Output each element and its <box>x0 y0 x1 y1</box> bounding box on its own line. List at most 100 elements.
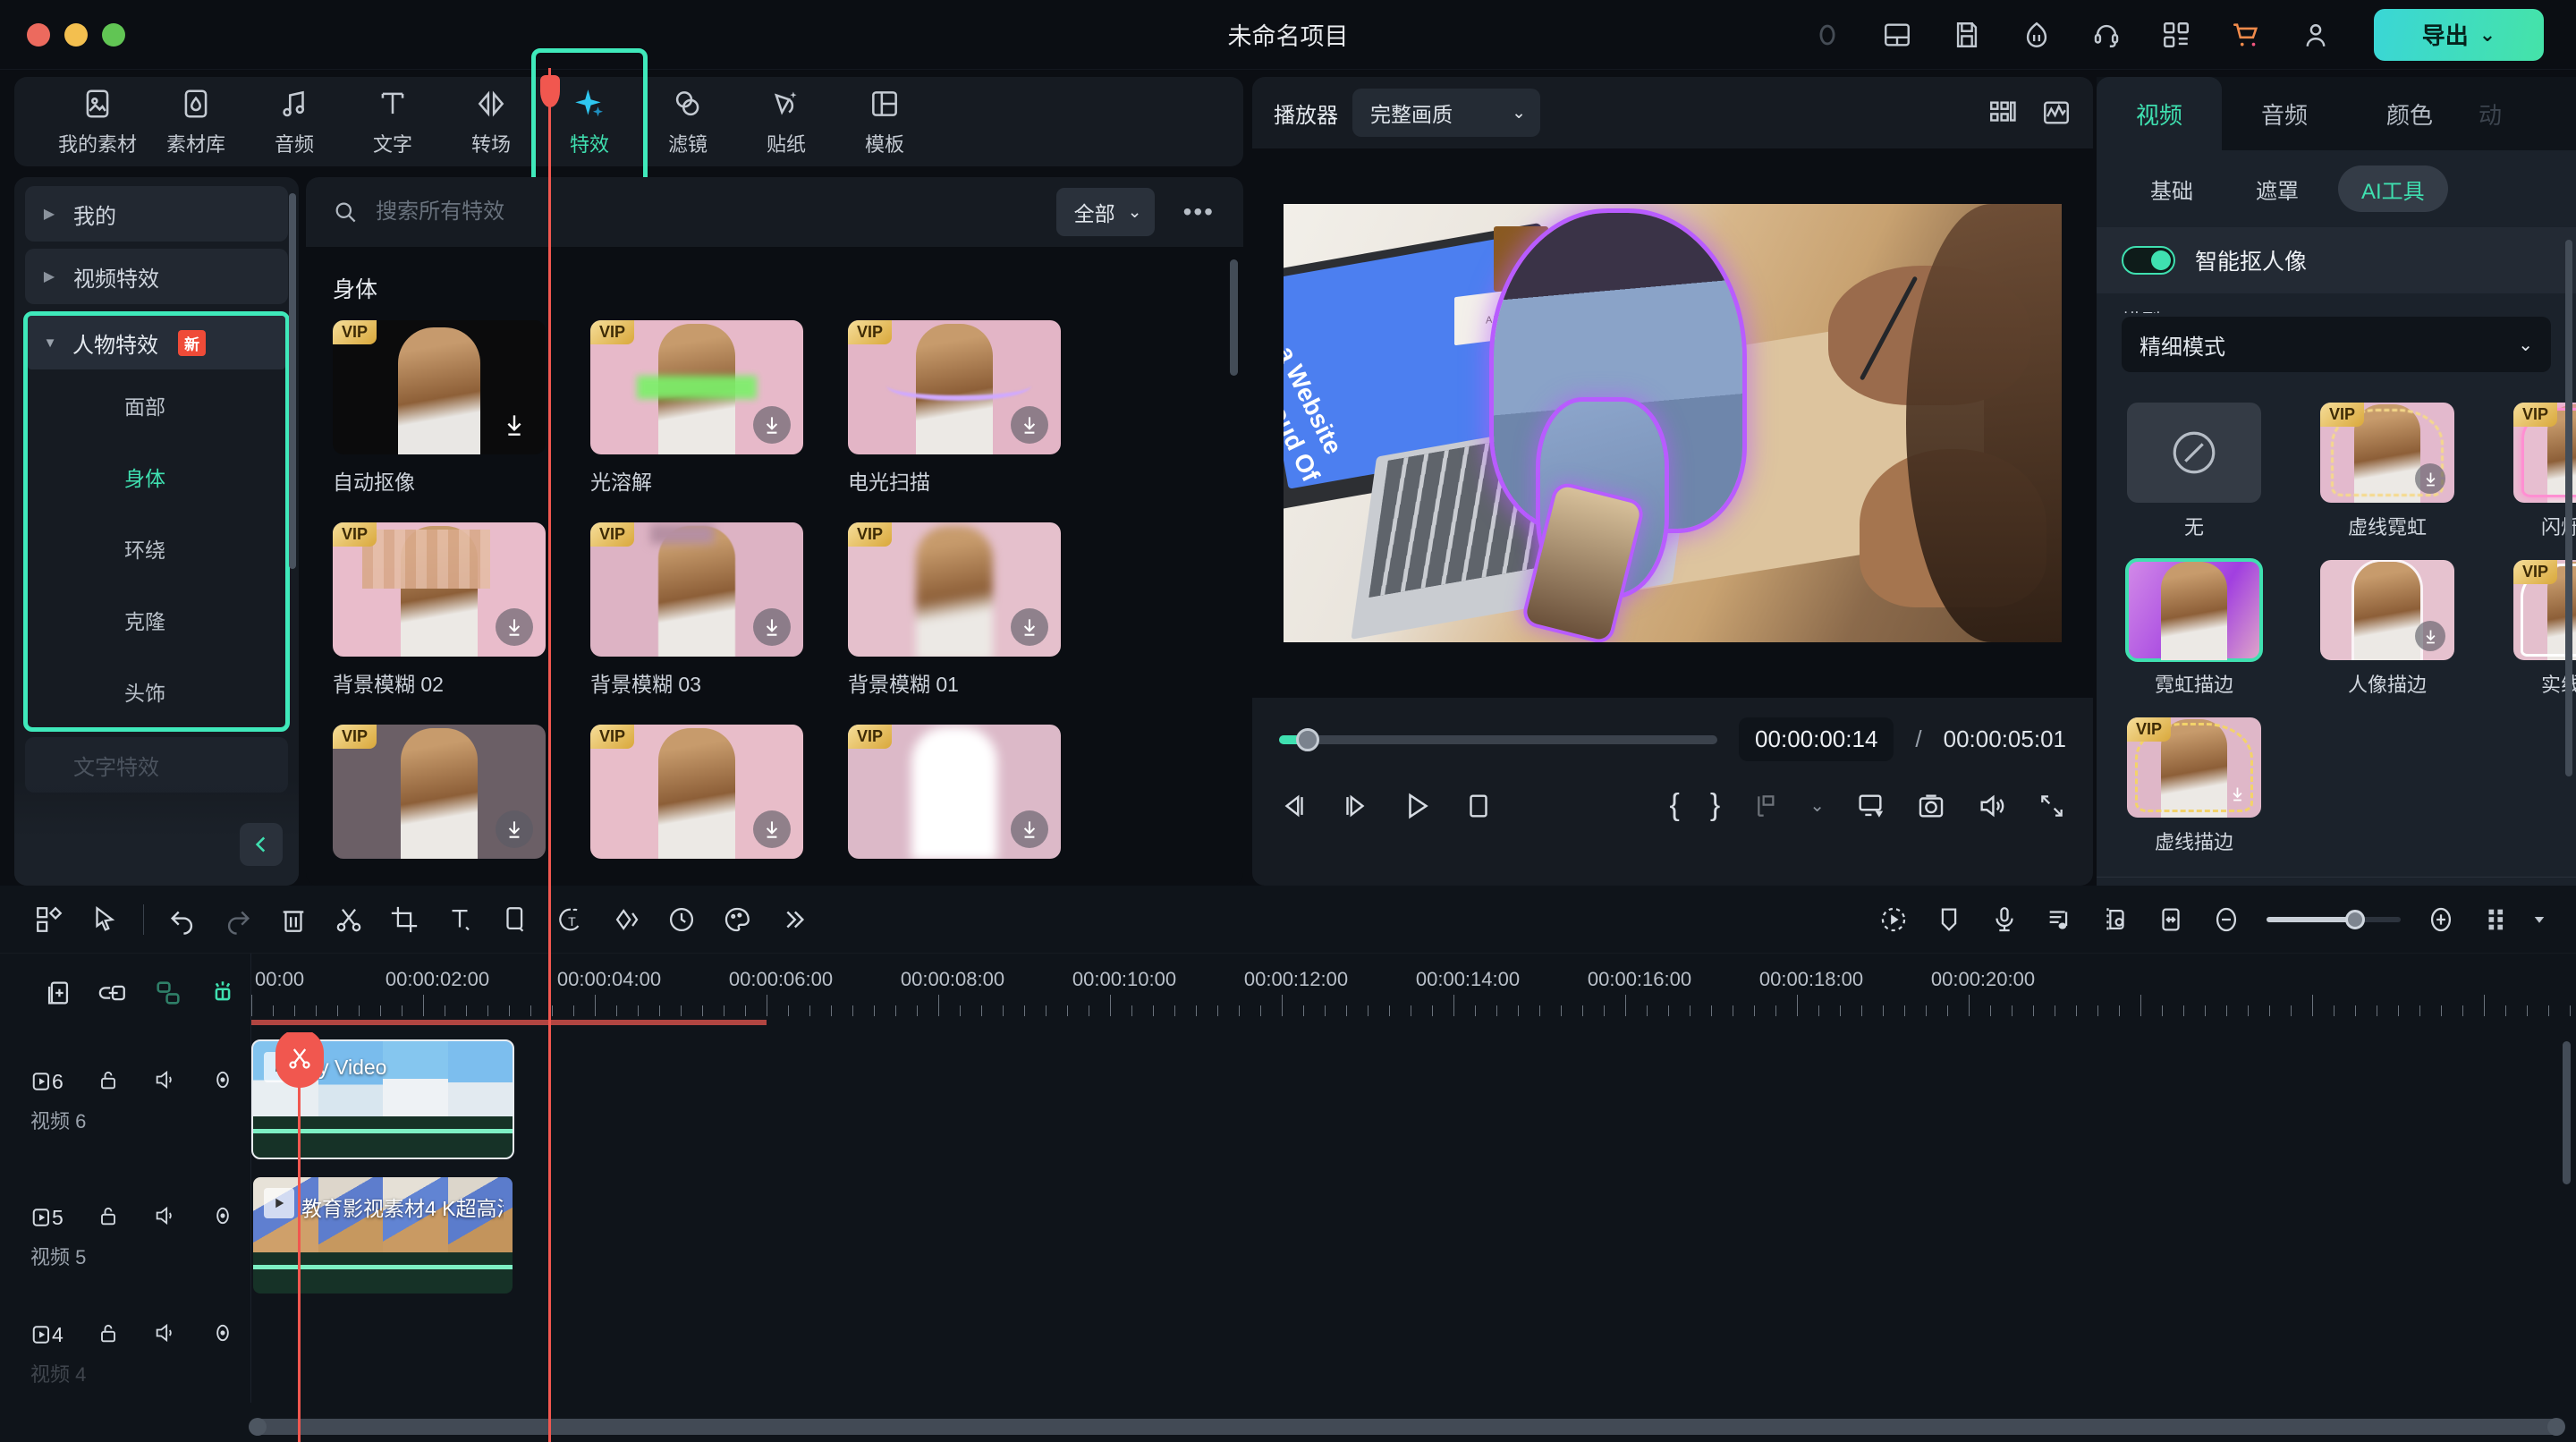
sidebar-item-clone[interactable]: 克隆 <box>28 584 285 656</box>
timeline-clip[interactable]: 教育影视素材4 K超高清剪辑一名男子... <box>253 1177 513 1294</box>
motion-tracking-icon[interactable] <box>1866 892 1921 947</box>
work-range-bar[interactable] <box>251 1020 767 1025</box>
effect-card[interactable]: VIP 背景模糊 01 <box>848 522 1061 698</box>
sidebar-scrollbar[interactable] <box>289 193 296 569</box>
eye-icon[interactable] <box>210 1320 235 1350</box>
subtab-basic[interactable]: 基础 <box>2127 165 2216 212</box>
properties-scrollbar[interactable] <box>2565 240 2572 776</box>
download-icon[interactable] <box>496 406 533 444</box>
apps-grid-icon[interactable] <box>2157 16 2195 54</box>
layout-icon[interactable] <box>1878 16 1916 54</box>
module-tab-filter[interactable]: 滤镜 <box>639 77 737 166</box>
effects-scrollbar[interactable] <box>1230 259 1238 376</box>
tab-color[interactable]: 颜色 <box>2347 77 2472 150</box>
cloud-upload-icon[interactable] <box>2018 16 2055 54</box>
auto-layout-icon[interactable] <box>21 892 77 947</box>
download-icon[interactable] <box>1011 608 1048 646</box>
scrollbar-right-handle[interactable] <box>2547 1418 2565 1436</box>
snapshot-icon[interactable] <box>1916 791 1946 821</box>
split-scissors-icon[interactable] <box>321 892 377 947</box>
text-tool-icon[interactable] <box>432 892 487 947</box>
audio-mixer-icon[interactable] <box>2032 892 2088 947</box>
download-icon[interactable] <box>496 608 533 646</box>
fullscreen-icon[interactable] <box>2038 792 2066 820</box>
player-progress-slider[interactable] <box>1279 727 1718 751</box>
module-tab-transition[interactable]: 转场 <box>442 77 540 166</box>
sidebar-item-body[interactable]: 身体 <box>28 441 285 513</box>
caret-down-icon[interactable] <box>2524 892 2555 947</box>
module-tab-effects[interactable]: 特效 <box>531 48 648 191</box>
style-card-none[interactable]: 无 <box>2127 403 2261 540</box>
mark-in-icon[interactable]: { <box>1670 788 1680 823</box>
undo-icon[interactable] <box>155 892 210 947</box>
module-tab-audio[interactable]: 音频 <box>245 77 343 166</box>
collapse-sidebar-button[interactable] <box>240 823 283 866</box>
redo-icon[interactable] <box>210 892 266 947</box>
timeline-vertical-scrollbar[interactable] <box>2563 1041 2571 1184</box>
effect-card[interactable]: VIP 光溶解 <box>590 320 803 496</box>
sidebar-item-headwear[interactable]: 头饰 <box>28 656 285 727</box>
speed-icon[interactable] <box>654 892 709 947</box>
sidebar-item-face[interactable]: 面部 <box>28 369 285 441</box>
next-frame-icon[interactable] <box>1340 791 1370 821</box>
pip-icon[interactable] <box>487 892 543 947</box>
record-icon[interactable] <box>1809 16 1846 54</box>
keyframe-diamond-icon[interactable] <box>598 892 654 947</box>
zoom-handle[interactable] <box>2345 909 2365 929</box>
module-tab-text[interactable]: 文字 <box>343 77 442 166</box>
download-icon[interactable] <box>753 608 791 646</box>
maximize-window-button[interactable] <box>102 22 125 47</box>
style-card-neon-outline[interactable]: 霓虹描边 <box>2125 558 2263 698</box>
mute-icon[interactable] <box>153 1320 178 1350</box>
marker-icon[interactable] <box>1921 892 1977 947</box>
download-icon[interactable] <box>1011 406 1048 444</box>
split-at-playhead-button[interactable] <box>275 1032 324 1088</box>
timeline-ruler[interactable]: 00:00 00:00:02:00 00:00:04:00 00:00:06:0… <box>250 954 2576 1032</box>
user-account-icon[interactable] <box>2297 16 2334 54</box>
track-lane[interactable]: 教育影视素材4 K超高清剪辑一名男子... <box>250 1168 2576 1304</box>
keyframe-caret-icon[interactable]: ⌄ <box>1809 794 1825 817</box>
effect-card[interactable]: VIP <box>848 725 1061 869</box>
group-icon[interactable] <box>140 965 196 1021</box>
sidebar-item-surround[interactable]: 环绕 <box>28 513 285 584</box>
video-preview[interactable]: ate a Website ou're Proud Of ANNIE LEIBO… <box>1284 204 2062 642</box>
keyframe-icon[interactable] <box>1750 792 1779 820</box>
download-icon[interactable] <box>496 810 533 848</box>
tab-animation[interactable]: 动 <box>2472 77 2508 150</box>
tab-audio[interactable]: 音频 <box>2222 77 2347 150</box>
fit-timeline-icon[interactable] <box>2143 892 2199 947</box>
timeline-zoom-slider[interactable] <box>2267 909 2401 929</box>
select-pointer-icon[interactable] <box>77 892 132 947</box>
lock-icon[interactable] <box>96 1203 121 1233</box>
style-card-portrait-outline[interactable]: 人像描边 <box>2320 560 2454 698</box>
category-my[interactable]: ▶ 我的 <box>25 186 288 242</box>
subtab-ai-tools[interactable]: AI工具 <box>2338 165 2448 212</box>
effect-card[interactable]: VIP 电光扫描 <box>848 320 1061 496</box>
prev-frame-icon[interactable] <box>1279 791 1309 821</box>
magnet-snap-icon[interactable] <box>196 965 251 1021</box>
crop-icon[interactable] <box>377 892 432 947</box>
module-tab-sticker[interactable]: 贴纸 <box>737 77 835 166</box>
color-palette-icon[interactable] <box>709 892 765 947</box>
silence-detect-icon[interactable] <box>2088 892 2143 947</box>
zoom-out-icon[interactable] <box>2199 892 2254 947</box>
timeline-playhead[interactable] <box>275 1032 324 1442</box>
style-card-dash-neon[interactable]: VIP 虚线霓虹 <box>2320 403 2454 540</box>
voiceover-mic-icon[interactable] <box>1977 892 2032 947</box>
progress-handle[interactable] <box>1295 727 1319 751</box>
effect-card[interactable]: VIP 自动抠像 <box>333 320 546 496</box>
link-clip-icon[interactable] <box>86 965 141 1021</box>
eye-icon[interactable] <box>210 1067 235 1097</box>
category-people-effects[interactable]: ▼ 人物特效 新 <box>28 316 285 369</box>
smart-cutout-toggle[interactable] <box>2122 246 2175 275</box>
mute-icon[interactable] <box>153 1203 178 1233</box>
save-icon[interactable] <box>1948 16 1986 54</box>
play-icon[interactable] <box>1401 790 1433 822</box>
text-to-speech-icon[interactable]: T <box>543 892 598 947</box>
category-video-effects[interactable]: ▶ 视频特效 <box>25 249 288 304</box>
track-lane[interactable]: My Video <box>250 1032 2576 1168</box>
module-tab-template[interactable]: 模板 <box>835 77 934 166</box>
grid-dots-icon[interactable] <box>2469 892 2524 947</box>
effect-card[interactable]: VIP 背景模糊 02 <box>333 522 546 698</box>
waveform-scope-icon[interactable] <box>2041 98 2072 128</box>
